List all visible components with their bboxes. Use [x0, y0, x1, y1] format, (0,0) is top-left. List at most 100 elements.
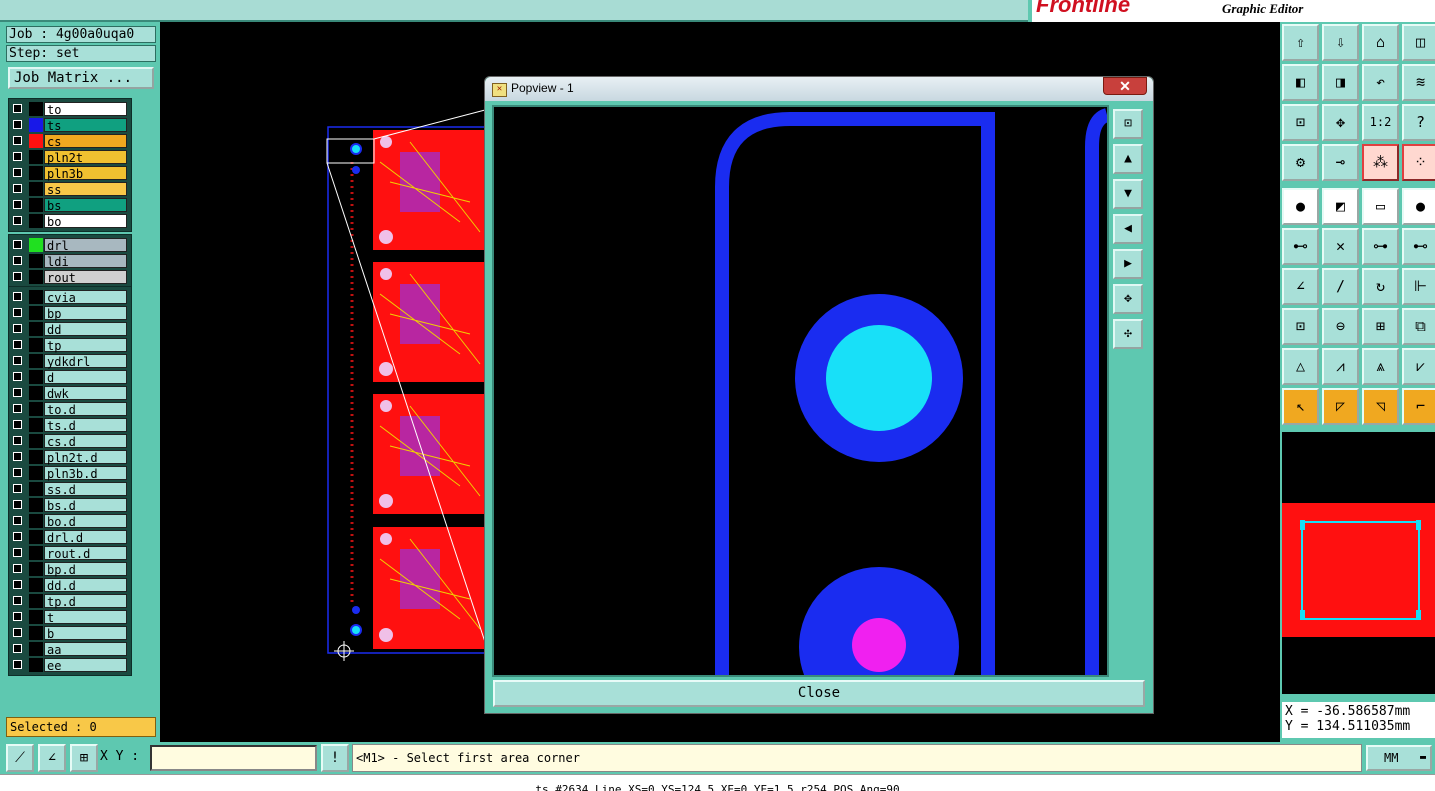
layer-checkbox[interactable] — [13, 184, 22, 193]
layer-color-swatch[interactable] — [29, 338, 43, 352]
mirror-icon[interactable]: ⊩ — [1402, 268, 1435, 305]
layer-color-swatch[interactable] — [29, 498, 43, 512]
layer-name[interactable]: rout.d — [44, 546, 127, 561]
layer-checkbox[interactable] — [13, 532, 22, 541]
move-node-icon[interactable]: ⊶ — [1362, 228, 1399, 265]
layer-color-swatch[interactable] — [29, 594, 43, 608]
layer-color-swatch[interactable] — [29, 546, 43, 560]
popview-zoom-home-icon[interactable]: ⊡ — [1113, 109, 1143, 139]
info-button[interactable]: ! — [321, 744, 349, 772]
pan-right-icon[interactable]: ◨ — [1322, 64, 1359, 101]
popview-canvas[interactable] — [492, 105, 1109, 677]
layer-row[interactable]: to.d — [9, 401, 131, 417]
layer-row[interactable]: bo.d — [9, 513, 131, 529]
layer-name[interactable]: dd.d — [44, 578, 127, 593]
layer-row[interactable]: bo — [9, 213, 131, 229]
layer-name[interactable]: d — [44, 370, 127, 385]
layer-row[interactable]: ts — [9, 117, 131, 133]
layer-row[interactable]: t — [9, 609, 131, 625]
layer-name[interactable]: tp.d — [44, 594, 127, 609]
layer-row[interactable]: tp.d — [9, 593, 131, 609]
layer-color-swatch[interactable] — [29, 102, 43, 116]
layer-checkbox[interactable] — [13, 356, 22, 365]
popview-titlebar[interactable]: ✕ Popview - 1 — [485, 77, 1153, 101]
delete-line-icon[interactable]: ⊖ — [1322, 308, 1359, 345]
triangle-up-icon[interactable]: ⩘ — [1322, 348, 1359, 385]
layer-name[interactable]: to.d — [44, 402, 127, 417]
net-icon[interactable]: ⁘ — [1402, 144, 1435, 181]
layer-color-swatch[interactable] — [29, 118, 43, 132]
layer-name[interactable]: rout — [44, 270, 127, 285]
layer-name[interactable]: pln3b — [44, 166, 127, 181]
layer-color-swatch[interactable] — [29, 182, 43, 196]
layer-checkbox[interactable] — [13, 468, 22, 477]
layer-color-swatch[interactable] — [29, 214, 43, 228]
units-select[interactable]: MM ▬ — [1366, 745, 1432, 771]
layer-name[interactable]: pln2t.d — [44, 450, 127, 465]
layer-row[interactable]: to — [9, 101, 131, 117]
popview-pan-up-icon[interactable]: ▲ — [1113, 144, 1143, 174]
layer-row[interactable]: pln3b.d — [9, 465, 131, 481]
layer-color-swatch[interactable] — [29, 482, 43, 496]
layer-checkbox[interactable] — [13, 484, 22, 493]
layer-name[interactable]: ss — [44, 182, 127, 197]
layer-row[interactable]: ldi — [9, 253, 131, 269]
layer-name[interactable]: dd — [44, 322, 127, 337]
layer-name[interactable]: dwk — [44, 386, 127, 401]
layer-color-swatch[interactable] — [29, 658, 43, 672]
center-icon[interactable]: ✥ — [1322, 104, 1359, 141]
layer-checkbox[interactable] — [13, 644, 22, 653]
layer-color-swatch[interactable] — [29, 514, 43, 528]
layer-row[interactable]: ts.d — [9, 417, 131, 433]
layer-name[interactable]: bo.d — [44, 514, 127, 529]
cross-node-icon[interactable]: ✕ — [1322, 228, 1359, 265]
layer-name[interactable]: cvia — [44, 290, 127, 305]
layer-color-swatch[interactable] — [29, 166, 43, 180]
layer-row[interactable]: drl.d — [9, 529, 131, 545]
snap-icon[interactable]: ≋ — [1402, 64, 1435, 101]
layer-row[interactable]: rout — [9, 269, 131, 285]
layer-checkbox[interactable] — [13, 168, 22, 177]
layer-checkbox[interactable] — [13, 628, 22, 637]
layer-checkbox[interactable] — [13, 580, 22, 589]
layer-row[interactable]: drl — [9, 237, 131, 253]
layer-checkbox[interactable] — [13, 120, 22, 129]
slash-icon[interactable]: ∕ — [1322, 268, 1359, 305]
layer-row[interactable]: cs.d — [9, 433, 131, 449]
layer-checkbox[interactable] — [13, 324, 22, 333]
layer-color-swatch[interactable] — [29, 238, 43, 252]
grid-icon[interactable]: ⊞ — [1362, 308, 1399, 345]
zoom-home-icon[interactable]: ⇧ — [1282, 24, 1319, 61]
triangle-wide-icon[interactable]: ⩗ — [1402, 348, 1435, 385]
select-arrow-icon[interactable]: ↖ — [1282, 388, 1319, 425]
layer-color-swatch[interactable] — [29, 418, 43, 432]
xy-input[interactable] — [150, 745, 317, 771]
layer-color-swatch[interactable] — [29, 386, 43, 400]
layer-name[interactable]: bo — [44, 214, 127, 229]
layer-color-swatch[interactable] — [29, 290, 43, 304]
layer-checkbox[interactable] — [13, 136, 22, 145]
layer-color-swatch[interactable] — [29, 530, 43, 544]
layer-name[interactable]: pln2t — [44, 150, 127, 165]
layer-checkbox[interactable] — [13, 240, 22, 249]
layer-color-swatch[interactable] — [29, 450, 43, 464]
snap-angle-icon[interactable]: ∠ — [38, 744, 66, 772]
layer-checkbox[interactable] — [13, 548, 22, 557]
layer-row[interactable]: bs — [9, 197, 131, 213]
layer-color-swatch[interactable] — [29, 322, 43, 336]
layer-checkbox[interactable] — [13, 388, 22, 397]
layer-name[interactable]: ydkdrl — [44, 354, 127, 369]
layer-name[interactable]: cs.d — [44, 434, 127, 449]
dot-icon[interactable]: ● — [1402, 188, 1435, 225]
layer-row[interactable]: rout.d — [9, 545, 131, 561]
zoom-window-icon[interactable]: ⇩ — [1322, 24, 1359, 61]
layer-color-swatch[interactable] — [29, 402, 43, 416]
minimap[interactable] — [1282, 432, 1435, 694]
layer-color-swatch[interactable] — [29, 150, 43, 164]
layer-color-swatch[interactable] — [29, 306, 43, 320]
snap-grid-icon[interactable]: ⊞ — [70, 744, 98, 772]
popview-zoom-in-icon[interactable]: ✥ — [1113, 284, 1143, 314]
layer-checkbox[interactable] — [13, 372, 22, 381]
layer-name[interactable]: t — [44, 610, 127, 625]
arc-icon[interactable]: ↻ — [1362, 268, 1399, 305]
